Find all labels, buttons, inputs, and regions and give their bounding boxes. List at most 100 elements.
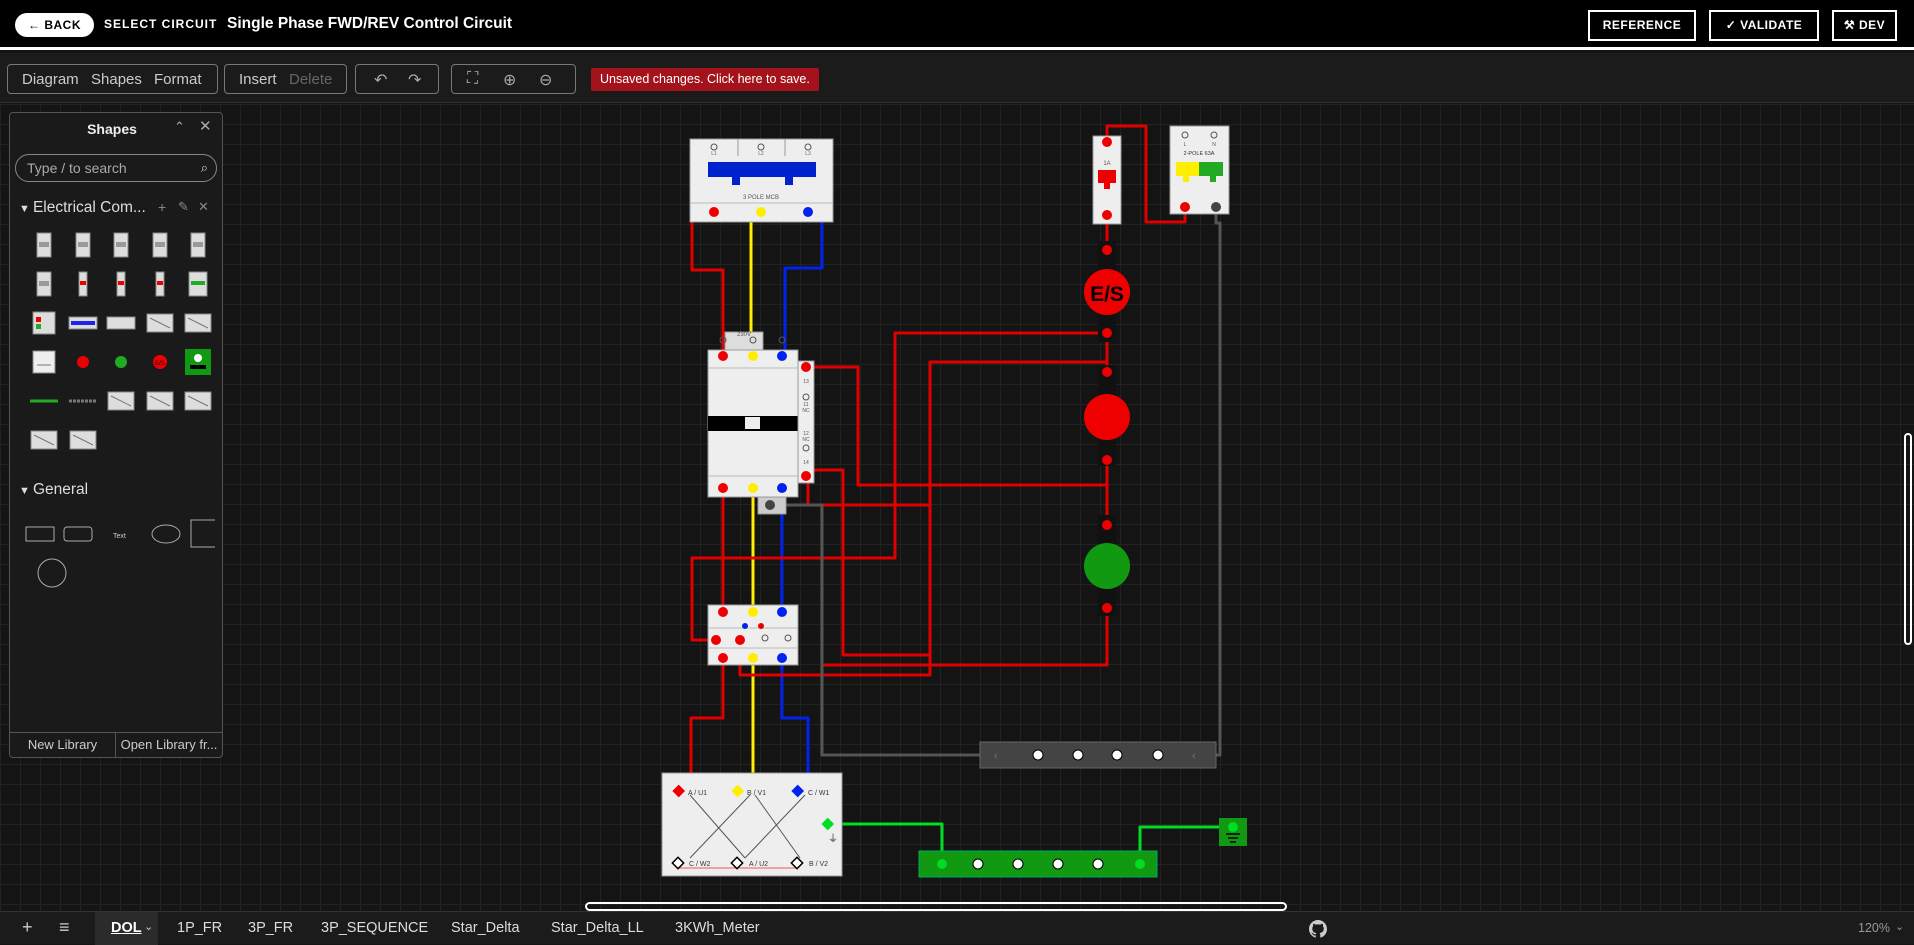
shape-thumbnail[interactable] xyxy=(183,386,213,416)
shape-thumbnail[interactable] xyxy=(68,386,98,416)
square-shape[interactable] xyxy=(190,519,215,548)
shape-thumbnail[interactable] xyxy=(106,386,136,416)
earth-terminal[interactable] xyxy=(1219,818,1247,846)
shape-thumbnail[interactable] xyxy=(145,269,175,299)
start-push-button[interactable] xyxy=(1084,515,1130,616)
unsaved-changes-banner[interactable]: Unsaved changes. Click here to save. xyxy=(591,68,819,91)
shape-thumbnail[interactable] xyxy=(29,230,59,260)
motor-terminal-box[interactable]: A / U1 B / V1 C / W1 C / W2 A / U2 B / V… xyxy=(661,772,843,877)
chevron-down-icon[interactable]: ⌄ xyxy=(144,920,153,933)
history-group: ↶ ↷ xyxy=(355,64,439,94)
library-header[interactable]: ▼ Electrical Com... xyxy=(19,199,146,217)
dev-button[interactable]: ⚒ DEV xyxy=(1832,10,1897,41)
pages-menu-icon[interactable]: ≡ xyxy=(59,917,70,938)
zoom-out-icon[interactable]: ⊖ xyxy=(539,70,552,90)
shape-thumbnail[interactable] xyxy=(106,269,136,299)
back-button[interactable]: ← BACK xyxy=(15,13,94,37)
shape-thumbnail[interactable] xyxy=(29,308,59,338)
tab-dol[interactable]: DOL xyxy=(111,920,142,936)
tab-3kwh-meter[interactable]: 3KWh_Meter xyxy=(675,920,760,936)
shape-thumbnail[interactable] xyxy=(183,230,213,260)
reference-button[interactable]: REFERENCE xyxy=(1588,10,1696,41)
general-name: General xyxy=(32,481,89,498)
aux-label: 14 xyxy=(803,460,809,466)
chevron-down-icon[interactable]: ⌄ xyxy=(1895,920,1904,933)
delete-button[interactable]: Delete xyxy=(289,71,332,88)
circle-shape[interactable] xyxy=(37,558,67,588)
shape-thumbnail[interactable]: E/S xyxy=(145,347,175,377)
tab-3p-fr[interactable]: 3P_FR xyxy=(248,920,293,936)
shape-thumbnail[interactable] xyxy=(145,230,175,260)
general-header[interactable]: ▼ General xyxy=(19,481,88,499)
tab-star-delta[interactable]: Star_Delta xyxy=(451,920,520,936)
contactor[interactable]: 230V 13 11 NC 12 NC 14 xyxy=(707,331,815,515)
tab-3p-sequence[interactable]: 3P_SEQUENCE xyxy=(321,920,428,936)
shape-thumbnail[interactable] xyxy=(106,230,136,260)
open-library-button[interactable]: Open Library fr... xyxy=(116,733,222,757)
editor-toolbar: Diagram Shapes Format Insert Delete ↶ ↷ … xyxy=(0,53,1914,103)
top-bar: ← BACK SELECT CIRCUIT Single Phase FWD/R… xyxy=(0,0,1914,50)
add-icon[interactable]: + xyxy=(158,199,166,215)
diagram-canvas[interactable]: L1 L2 L3 3 POLE MCB 230V 13 11 NC 12 NC … xyxy=(0,104,1914,911)
stop-push-button[interactable] xyxy=(1084,365,1130,466)
shape-thumbnail[interactable] xyxy=(29,347,59,377)
edit-icon[interactable]: ✎ xyxy=(178,199,189,215)
terminal-label: L1 xyxy=(711,151,717,157)
wire-blue xyxy=(780,658,810,792)
mcb-rating: 1A xyxy=(1103,161,1110,167)
github-icon[interactable] xyxy=(1309,920,1327,938)
shape-thumbnail[interactable] xyxy=(183,347,213,377)
text-shape[interactable]: Text xyxy=(113,533,126,540)
zoom-level[interactable]: 120% xyxy=(1858,921,1890,935)
circuit-diagram[interactable]: L1 L2 L3 3 POLE MCB 230V 13 11 NC 12 NC … xyxy=(0,104,1914,911)
select-circuit-link[interactable]: SELECT CIRCUIT xyxy=(104,17,217,31)
shape-thumbnail[interactable] xyxy=(106,308,136,338)
shape-search-input[interactable]: Type / to search ⌕ xyxy=(15,154,217,182)
overload-relay[interactable] xyxy=(707,604,799,666)
fit-screen-icon[interactable]: ⛶ xyxy=(467,70,478,88)
shape-thumbnail[interactable] xyxy=(183,308,213,338)
shape-thumbnail[interactable] xyxy=(68,425,98,455)
emergency-stop-button[interactable]: E/S xyxy=(1084,241,1130,342)
redo-icon[interactable]: ↷ xyxy=(408,70,421,90)
validate-button[interactable]: ✓ VALIDATE xyxy=(1709,10,1819,41)
collapse-icon[interactable]: ⌃ xyxy=(174,119,185,135)
zoom-in-icon[interactable]: ⊕ xyxy=(503,70,516,90)
neutral-bar[interactable]: ‹ ‹ xyxy=(979,741,1217,769)
add-page-icon[interactable]: + xyxy=(22,917,33,938)
remove-icon[interactable]: ✕ xyxy=(198,199,209,215)
shape-thumbnail[interactable] xyxy=(68,308,98,338)
vertical-scrollbar[interactable] xyxy=(1904,433,1912,645)
shape-thumbnail[interactable] xyxy=(145,308,175,338)
mcb-label: 3 POLE MCB xyxy=(743,195,779,201)
menu-diagram[interactable]: Diagram xyxy=(22,71,79,88)
single-pole-mcb[interactable]: 1A xyxy=(1092,135,1122,225)
three-pole-mcb[interactable]: L1 L2 L3 3 POLE MCB xyxy=(689,138,834,223)
shape-thumbnail[interactable] xyxy=(29,386,59,416)
ellipse-shape[interactable] xyxy=(151,524,181,544)
shape-thumbnail[interactable] xyxy=(183,269,213,299)
rectangle-shape[interactable] xyxy=(25,526,55,542)
tab-star-delta-ll[interactable]: Star_Delta_LL xyxy=(551,920,644,936)
wire-blue xyxy=(783,211,824,356)
close-icon[interactable]: ✕ xyxy=(199,117,212,135)
shape-thumbnail[interactable] xyxy=(106,347,136,377)
shape-thumbnail[interactable] xyxy=(68,269,98,299)
shape-thumbnail[interactable] xyxy=(29,425,59,455)
tab-1p-fr[interactable]: 1P_FR xyxy=(177,920,222,936)
insert-button[interactable]: Insert xyxy=(239,71,277,88)
shape-thumbnail[interactable] xyxy=(68,230,98,260)
search-icon[interactable]: ⌕ xyxy=(201,155,208,181)
new-library-button[interactable]: New Library xyxy=(10,733,116,757)
chevron-down-icon: ▼ xyxy=(19,485,33,497)
rounded-rectangle-shape[interactable] xyxy=(63,526,93,542)
earth-bar[interactable] xyxy=(918,850,1158,878)
shape-thumbnail[interactable] xyxy=(29,269,59,299)
horizontal-scrollbar[interactable] xyxy=(585,902,1287,911)
menu-shapes[interactable]: Shapes xyxy=(91,71,142,88)
shape-thumbnail[interactable] xyxy=(145,386,175,416)
shape-thumbnail[interactable] xyxy=(68,347,98,377)
two-pole-mcb[interactable]: L N 2-POLE 63A xyxy=(1169,125,1230,215)
undo-icon[interactable]: ↶ xyxy=(374,70,387,90)
menu-format[interactable]: Format xyxy=(154,71,202,88)
